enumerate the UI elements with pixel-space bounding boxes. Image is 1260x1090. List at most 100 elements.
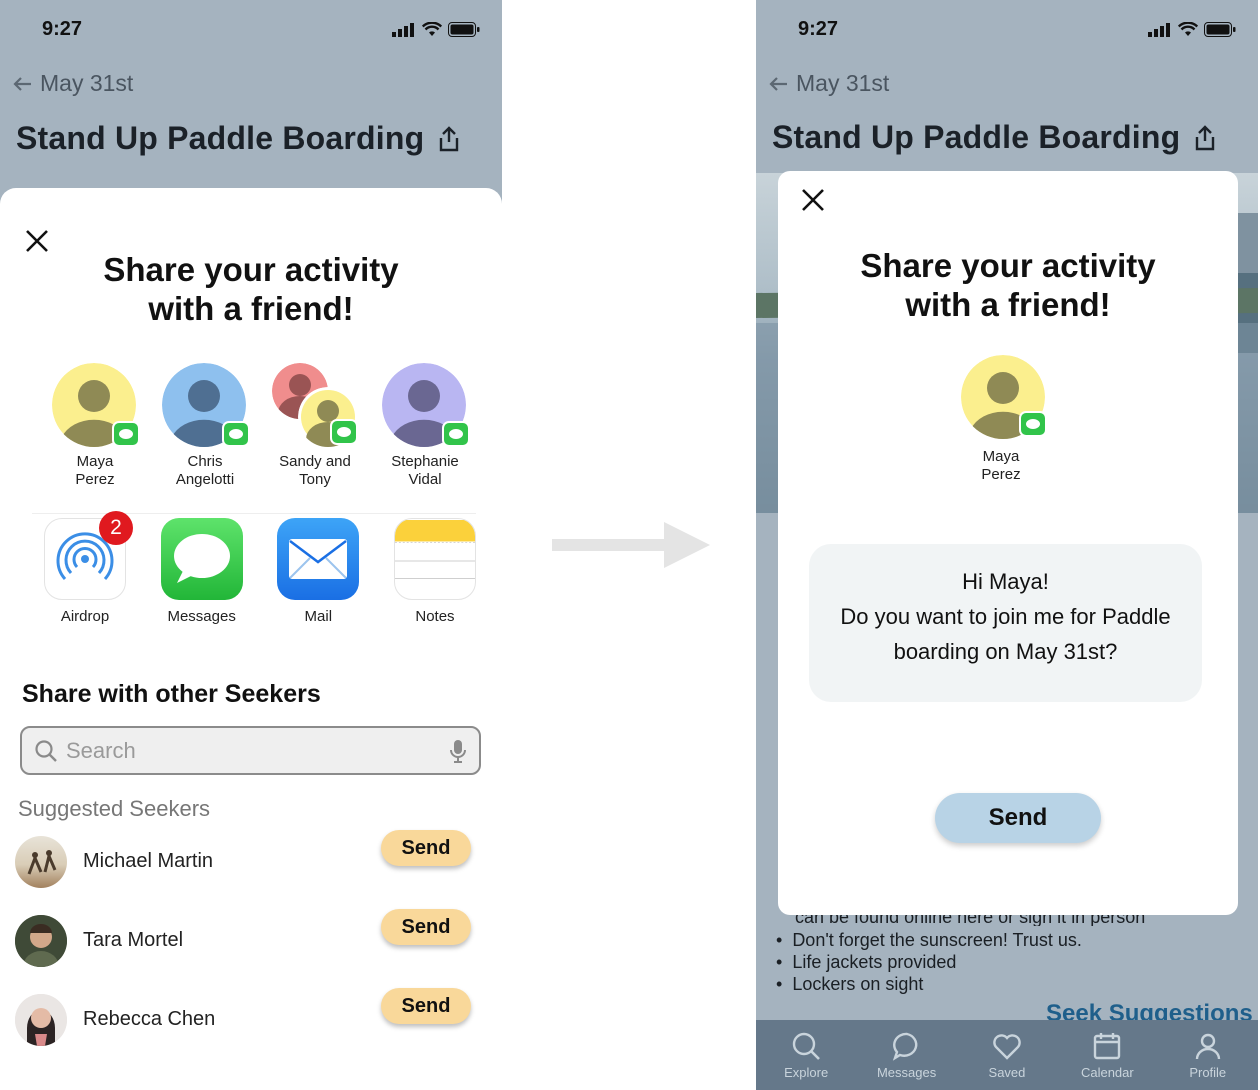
signal-icon: [392, 22, 414, 37]
search-placeholder: Search: [66, 737, 136, 763]
seeker-photo: [15, 994, 67, 1046]
search-icon: [792, 1032, 821, 1060]
bullet-text: Life jackets provided: [792, 952, 957, 972]
list-item: Rebecca Chen Send: [15, 988, 485, 1048]
friend-name: Stephanie Vidal: [391, 453, 459, 488]
divider: [32, 513, 476, 514]
friend-name: Sandy and Tony: [279, 453, 351, 488]
friend-sandy-and-tony[interactable]: Sandy and Tony: [260, 363, 370, 489]
recipient-avatar: [961, 355, 1047, 441]
seeker-photo: [15, 915, 67, 967]
send-message-screen: 9:27 May 31st Stand Up Paddle Boarding c…: [756, 0, 1258, 1090]
send-button[interactable]: Send: [935, 793, 1101, 843]
app-mail[interactable]: Mail: [263, 518, 373, 625]
battery-icon: [448, 22, 480, 37]
tab-saved[interactable]: Saved: [962, 1031, 1052, 1080]
tab-profile[interactable]: Profile: [1163, 1031, 1253, 1080]
send-button[interactable]: Send: [381, 909, 471, 945]
search-input[interactable]: Search: [20, 726, 481, 775]
friend-name: Chris Angelotti: [175, 453, 235, 488]
app-notes[interactable]: Notes: [380, 518, 490, 625]
page-title: Stand Up Paddle Boarding: [16, 120, 425, 156]
share-heading: Share your activity with a friend!: [778, 246, 1238, 324]
tab-label: Explore: [784, 1064, 829, 1080]
avatar: [961, 355, 1047, 441]
suggested-seekers-heading: Suggested Seekers: [18, 796, 211, 821]
message-badge-icon: [330, 419, 358, 445]
message-line: Hi Maya!: [962, 569, 1049, 594]
tab-label: Calendar: [1080, 1064, 1134, 1080]
message-badge-icon: [1019, 411, 1047, 437]
back-link[interactable]: May 31st: [12, 70, 133, 97]
heart-icon: [993, 1033, 1021, 1060]
bullet-item: • Lockers on sight: [776, 974, 924, 994]
notification-badge: 2: [99, 511, 133, 545]
seeker-photo: [15, 836, 67, 888]
status-icons: [1148, 22, 1236, 37]
bullet-text: Don't forget the sunscreen! Trust us.: [792, 930, 1082, 950]
share-heading: Share your activity with a friend!: [0, 250, 502, 328]
tab-bar: Explore Messages Saved Calendar Profile: [756, 1020, 1258, 1090]
close-icon[interactable]: [798, 185, 828, 215]
app-label: Mail: [304, 608, 333, 625]
app-label: Airdrop: [60, 608, 110, 625]
avatar: [162, 363, 250, 449]
send-button[interactable]: Send: [381, 988, 471, 1024]
back-arrow-icon: [769, 76, 787, 91]
airdrop-icon: 2: [44, 511, 133, 600]
friend-stephanie-vidal[interactable]: Stephanie Vidal: [370, 363, 480, 489]
app-row: 2 Airdrop Messages Mail Notes: [30, 511, 490, 625]
chat-bubble-icon: [892, 1032, 917, 1061]
back-arrow-icon: [13, 76, 31, 91]
messages-app-icon: [160, 518, 243, 600]
app-airdrop[interactable]: 2 Airdrop: [30, 511, 140, 625]
status-bar: 9:27: [756, 0, 1258, 60]
seeker-name: Rebecca Chen: [83, 1008, 216, 1030]
tab-label: Saved: [988, 1064, 1026, 1080]
share-modal: Share your activity with a friend! Maya …: [778, 171, 1238, 915]
avatar: [52, 363, 140, 449]
share-heading-line1: Share your activity: [103, 251, 399, 288]
send-button[interactable]: Send: [381, 830, 471, 866]
tab-calendar[interactable]: Calendar: [1062, 1031, 1152, 1080]
share-heading-line2: with a friend!: [148, 290, 354, 327]
activity-title-row: Stand Up Paddle Boarding: [16, 120, 460, 157]
transition-arrow-icon: [552, 522, 710, 568]
bullet-item: • Don't forget the sunscreen! Trust us.: [776, 930, 1082, 950]
friend-name: Maya Perez: [75, 453, 115, 488]
seeker-name: Tara Mortel: [83, 929, 184, 951]
tab-explore[interactable]: Explore: [761, 1031, 851, 1080]
wifi-icon: [422, 22, 442, 36]
friend-row: Maya Perez Chris Angelotti Sandy and Ton…: [40, 363, 480, 489]
list-item: Tara Mortel Send: [15, 909, 485, 969]
status-bar: 9:27: [0, 0, 502, 60]
person-icon: [1195, 1033, 1220, 1059]
share-heading-line2: with a friend!: [905, 286, 1111, 323]
tab-label: Profile: [1189, 1064, 1227, 1080]
status-icons: [392, 22, 480, 37]
share-sheet: Share your activity with a friend! Maya …: [0, 188, 502, 1090]
message-line: Do you want to join me for Paddle: [840, 604, 1171, 629]
tab-messages[interactable]: Messages: [862, 1031, 952, 1080]
friend-maya-perez[interactable]: Maya Perez: [40, 363, 150, 489]
seek-suggestions-link[interactable]: Seek Suggestions: [1046, 1000, 1253, 1020]
share-sheet-screen: 9:27 May 31st Stand Up Paddle Boarding S…: [0, 0, 502, 1090]
message-line: boarding on May 31st?: [893, 639, 1118, 664]
share-heading-line1: Share your activity: [860, 247, 1156, 284]
app-label: Messages: [167, 608, 236, 625]
share-icon[interactable]: [438, 125, 460, 152]
microphone-icon[interactable]: [449, 739, 467, 763]
activity-title-row: Stand Up Paddle Boarding: [772, 119, 1216, 156]
back-label: May 31st: [40, 70, 134, 96]
app-messages[interactable]: Messages: [147, 518, 257, 625]
back-link[interactable]: May 31st: [768, 70, 889, 97]
message-badge-icon: [442, 421, 470, 447]
bullet-text: Lockers on sight: [792, 974, 924, 994]
status-time: 9:27: [798, 18, 839, 40]
message-textarea[interactable]: Hi Maya! Do you want to join me for Padd…: [809, 544, 1202, 702]
friend-chris-angelotti[interactable]: Chris Angelotti: [150, 363, 260, 489]
list-item: Michael Martin Send: [15, 830, 485, 890]
battery-icon: [1204, 22, 1236, 37]
share-icon[interactable]: [1194, 124, 1216, 151]
page-title: Stand Up Paddle Boarding: [772, 119, 1181, 155]
